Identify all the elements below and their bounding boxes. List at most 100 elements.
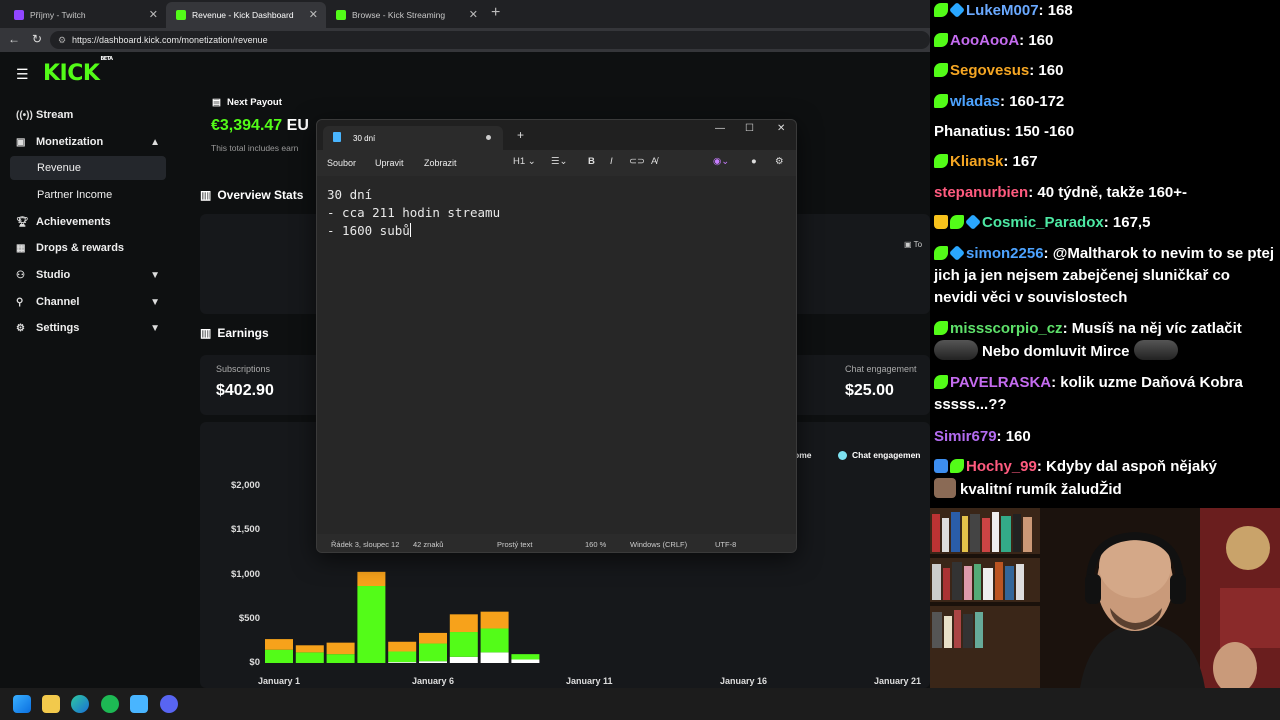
- text-line: - cca 211 hodin streamu: [327, 205, 501, 220]
- broadcast-icon: ((•)): [16, 109, 33, 121]
- tab-kick-browse[interactable]: Browse - Kick Streaming ✕: [326, 2, 486, 28]
- chat-message: missscorpio_cz: Musíš na něj víc zatlači…: [934, 318, 1276, 363]
- text-line-with-caret: - 1600 subů: [327, 222, 788, 240]
- zoom-level[interactable]: 160 %: [585, 540, 606, 549]
- y-tick: $500: [238, 613, 260, 624]
- kick-logo[interactable]: KICKBETA: [43, 56, 113, 86]
- sidebar-item-label: Achievements: [36, 216, 111, 228]
- tab-kick-dashboard[interactable]: Revenue - Kick Dashboard ✕: [166, 2, 326, 28]
- sidebar-item-partner-income[interactable]: Partner Income: [10, 183, 166, 207]
- kick-icon: [176, 10, 186, 20]
- chat-message: wladas: 160-172: [934, 91, 1276, 113]
- chat-username: Phanatius: [934, 123, 1006, 140]
- menu-icon[interactable]: ☰: [16, 66, 29, 83]
- clear-format-icon[interactable]: A̸: [651, 156, 657, 167]
- url-field[interactable]: ⚙ https://dashboard.kick.com/monetizatio…: [50, 31, 930, 49]
- chat-message: PAVELRASKA: kolik uzme Daňová Kobra ssss…: [934, 374, 1243, 413]
- legend-chat-engagement[interactable]: Chat engagemen: [838, 450, 921, 460]
- chat-username: Segovesus: [950, 62, 1030, 79]
- file-explorer-icon[interactable]: [42, 695, 60, 713]
- next-payout-amount: €3,394.47 EU: [211, 117, 309, 135]
- sidebar-item-revenue[interactable]: Revenue: [10, 156, 166, 180]
- site-info-icon[interactable]: ⚙: [58, 31, 66, 49]
- new-tab-icon[interactable]: +: [517, 128, 524, 142]
- windows-start-icon[interactable]: [13, 695, 31, 713]
- windows-taskbar: [0, 688, 1280, 720]
- sidebar-item-drops[interactable]: ▦ Drops & rewards: [10, 236, 166, 260]
- chat-message: simon2256: @Maltharok to nevim to se pte…: [934, 245, 1275, 306]
- chat-text: 160: [1038, 62, 1064, 79]
- kick-sub-badge-icon: [934, 246, 948, 260]
- italic-icon[interactable]: I: [610, 156, 613, 167]
- payout-amount-text: €3,394.47: [211, 117, 283, 134]
- gear-icon[interactable]: ⚙: [775, 156, 784, 167]
- menu-upravit[interactable]: Upravit: [375, 158, 404, 168]
- y-tick: $1,000: [230, 569, 260, 580]
- chat-username: missscorpio_cz: [950, 320, 1063, 337]
- menu-zobrazit[interactable]: Zobrazit: [424, 158, 457, 168]
- minimize-icon[interactable]: —: [715, 123, 725, 134]
- tab-title: Browse - Kick Streaming: [352, 10, 446, 20]
- account-avatar[interactable]: ●: [751, 156, 757, 167]
- char-count: 42 znaků: [413, 540, 444, 549]
- line-ending[interactable]: Windows (CRLF): [630, 540, 687, 549]
- notepad-editor[interactable]: 30 dní - cca 211 hodin streamu - 1600 su…: [317, 176, 796, 534]
- next-payout-title: ▤ Next Payout: [212, 97, 282, 108]
- new-tab-icon[interactable]: +: [491, 4, 500, 22]
- notepad-icon[interactable]: [130, 695, 148, 713]
- kick-sub-badge-icon: [934, 154, 948, 168]
- chevron-down-icon: ▼: [150, 269, 160, 281]
- chat-engagement-value: $25.00: [845, 382, 894, 399]
- close-icon[interactable]: ✕: [149, 8, 158, 21]
- y-tick: $1,500: [230, 524, 260, 535]
- sidebar-item-label: Studio: [36, 269, 71, 281]
- chat-text: Musíš na něj víc zatlačit: [1071, 320, 1242, 337]
- chat-message: Kliansk: 167: [934, 151, 1276, 173]
- text-format[interactable]: Prostý text: [497, 540, 532, 549]
- sidebar-item-channel[interactable]: ⚲ Channel ▼: [10, 290, 166, 314]
- sidebar-item-stream[interactable]: ((•)) Stream: [10, 103, 166, 127]
- y-tick: $2,000: [230, 480, 260, 491]
- heading-dropdown[interactable]: H1 ⌄: [513, 156, 536, 167]
- chat-username: LukeM007: [966, 2, 1039, 19]
- spotify-icon[interactable]: [101, 695, 119, 713]
- notepad-file-icon: [333, 132, 341, 142]
- chat-message: Hochy_99: Kdyby dal aspoň nějaký kvalitní…: [934, 456, 1276, 501]
- notepad-statusbar: Řádek 3, sloupec 12 42 znaků Prostý text…: [317, 534, 796, 552]
- crown-badge-icon: [934, 215, 948, 229]
- chat-username: Kliansk: [950, 153, 1004, 170]
- menu-soubor[interactable]: Soubor: [327, 158, 356, 168]
- sidebar-item-studio[interactable]: ⚇ Studio ▼: [10, 263, 166, 287]
- edge-icon[interactable]: [71, 695, 89, 713]
- cat-emote-image: [934, 478, 956, 498]
- browser-tabbar: Příjmy - Twitch ✕ Revenue - Kick Dashboa…: [0, 0, 930, 28]
- sidebar-item-achievements[interactable]: 🏆︎ Achievements: [10, 210, 166, 234]
- bold-icon[interactable]: B: [588, 156, 595, 167]
- copilot-icon[interactable]: ◉⌄: [713, 156, 729, 167]
- earnings-title-text: Earnings: [217, 326, 269, 340]
- sidebar-item-settings[interactable]: ⚙ Settings ▼: [10, 316, 166, 340]
- link-icon[interactable]: ⊂⊃: [629, 156, 645, 167]
- x-tick: January 1: [258, 676, 301, 686]
- list-icon[interactable]: ☰⌄: [551, 156, 567, 167]
- chat-text: Kdyby dal aspoň nějaký: [1046, 458, 1217, 475]
- back-arrow-icon[interactable]: ←: [8, 32, 20, 46]
- chat-message: AooAooA: 160: [934, 30, 1276, 52]
- close-icon[interactable]: ✕: [309, 8, 318, 21]
- sidebar-item-monetization[interactable]: ▣ Monetization ▲: [10, 130, 166, 154]
- close-icon[interactable]: ✕: [777, 123, 785, 134]
- maximize-icon[interactable]: ☐: [745, 123, 754, 134]
- chat-username: Cosmic_Paradox: [982, 214, 1104, 231]
- chat-message: stepanurbien: 40 týdně, takže 160+-: [934, 184, 1188, 201]
- encoding[interactable]: UTF-8: [715, 540, 736, 549]
- tab-twitch[interactable]: Příjmy - Twitch ✕: [4, 2, 166, 28]
- notepad-window: 30 dní + — ☐ ✕ Soubor Upravit Zobrazit H…: [316, 119, 797, 553]
- discord-icon[interactable]: [160, 695, 178, 713]
- chat-message: Simir679: 160: [934, 428, 1031, 445]
- reload-icon[interactable]: ↻: [32, 32, 42, 46]
- chat-username: stepanurbien: [934, 184, 1029, 201]
- chat-message: Segovesus: 160: [934, 60, 1276, 82]
- notepad-tab[interactable]: 30 dní: [323, 126, 503, 150]
- kick-icon: [336, 10, 346, 20]
- close-icon[interactable]: ✕: [469, 8, 478, 21]
